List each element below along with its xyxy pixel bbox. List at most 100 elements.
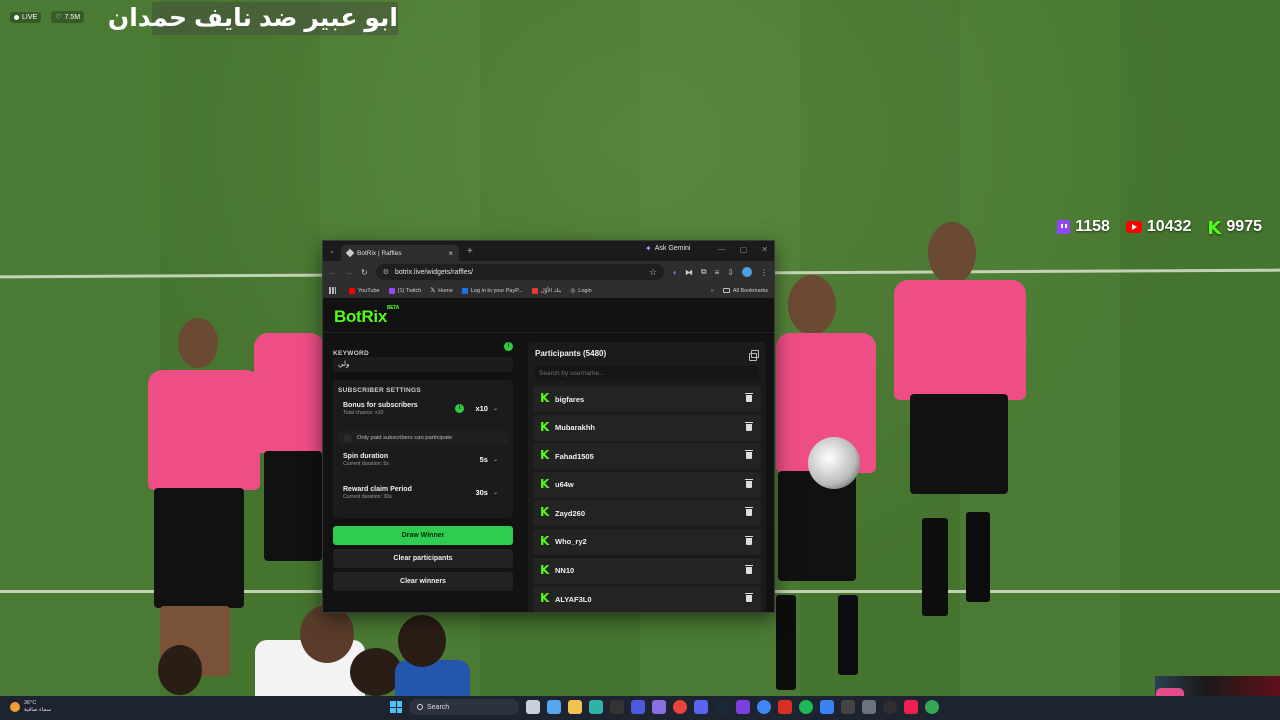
- keyword-input[interactable]: ولي: [333, 357, 513, 372]
- search-icon: [417, 704, 423, 710]
- trash-icon[interactable]: [745, 478, 753, 488]
- live-dot-icon: [14, 14, 19, 20]
- trash-icon[interactable]: [745, 564, 753, 574]
- media-controls-icon[interactable]: ≡: [715, 268, 720, 277]
- browser-menu-icon[interactable]: ⋮: [760, 268, 768, 277]
- list-item[interactable]: Zayd260: [533, 500, 761, 527]
- extension-icon[interactable]: ◖: [672, 268, 677, 277]
- bookmark-bank[interactable]: بنك الأوّل: [531, 287, 561, 294]
- trash-icon[interactable]: [745, 450, 753, 460]
- apps-grid-icon[interactable]: [329, 287, 336, 294]
- store-icon[interactable]: [631, 700, 645, 714]
- paypal-icon: [461, 287, 468, 294]
- reward-claim-select[interactable]: 30s ⌄: [475, 488, 498, 497]
- taskbar-apps: Search: [390, 699, 939, 715]
- media-app-icon[interactable]: [610, 700, 624, 714]
- trash-icon[interactable]: [745, 507, 753, 517]
- chrome-icon[interactable]: [925, 700, 939, 714]
- copy-icon[interactable]: [749, 350, 759, 361]
- file-explorer-icon[interactable]: [568, 700, 582, 714]
- discord-icon[interactable]: [694, 700, 708, 714]
- app-icon[interactable]: [736, 700, 750, 714]
- chevron-down-icon: ⌄: [492, 406, 498, 412]
- platform-counters: 1158 10432 9975: [1057, 218, 1262, 239]
- spotify-icon[interactable]: [799, 700, 813, 714]
- steam-icon[interactable]: [715, 700, 729, 714]
- reload-icon[interactable]: ↻: [361, 268, 368, 277]
- clear-winners-button[interactable]: Clear winners: [333, 572, 513, 591]
- photos-icon[interactable]: [652, 700, 666, 714]
- app-header: BotRix BETA: [323, 299, 774, 333]
- obs-icon[interactable]: [883, 700, 897, 714]
- logo-text: BotRix: [334, 307, 387, 326]
- close-tab-icon[interactable]: ×: [448, 249, 453, 258]
- tab-search-chevron-icon[interactable]: ⌄: [323, 247, 341, 255]
- checkbox[interactable]: [344, 434, 351, 442]
- draw-winner-button[interactable]: Draw Winner: [333, 526, 513, 545]
- ask-gemini-button[interactable]: ✦ Ask Gemini: [645, 244, 691, 253]
- bookmark-star-icon[interactable]: ☆: [649, 267, 657, 278]
- new-tab-button[interactable]: +: [467, 246, 473, 257]
- downloads-icon[interactable]: ⇩: [727, 268, 734, 277]
- site-info-icon[interactable]: ⚙: [383, 268, 389, 276]
- trash-icon[interactable]: [745, 421, 753, 431]
- weather-widget[interactable]: 36°C سماء صافية: [10, 700, 51, 714]
- url-text[interactable]: botrix.live/widgets/raffles/: [395, 269, 643, 276]
- list-item[interactable]: Mubarakhh: [533, 414, 761, 441]
- close-window-icon[interactable]: ✕: [761, 245, 768, 254]
- bookmark-twitch[interactable]: (1) Twitch: [388, 287, 421, 294]
- maximize-icon[interactable]: ▢: [740, 245, 748, 254]
- bookmark-login[interactable]: ◎ Login: [570, 288, 591, 294]
- spectator: [158, 645, 202, 695]
- forward-arrow-icon[interactable]: →: [345, 268, 353, 277]
- puzzle-extensions-icon[interactable]: ⧉: [701, 267, 707, 277]
- bookmarks-bar: YouTube (1) Twitch 𝕏 Home Log in to your…: [323, 283, 774, 299]
- heart-icon: ♡: [55, 14, 62, 21]
- app-icon[interactable]: [820, 700, 834, 714]
- task-view-icon[interactable]: [526, 700, 540, 714]
- url-omnibox[interactable]: ⚙ botrix.live/widgets/raffles/ ☆: [375, 264, 665, 280]
- list-item[interactable]: ALYAF3L0: [533, 586, 761, 612]
- list-item[interactable]: Who_ry2: [533, 528, 761, 555]
- subscriber-settings-label: SUBSCRIBER SETTINGS: [338, 387, 421, 394]
- minimize-icon[interactable]: —: [718, 245, 726, 254]
- spin-duration-select[interactable]: 5s ⌄: [480, 455, 498, 464]
- bookmark-x-home[interactable]: 𝕏 Home: [430, 287, 453, 295]
- only-paid-subscribers-toggle[interactable]: Only paid subscribers can participate: [338, 431, 508, 445]
- all-bookmarks-button[interactable]: All Bookmarks: [722, 288, 768, 294]
- edge-icon[interactable]: [589, 700, 603, 714]
- chrome-icon[interactable]: [673, 700, 687, 714]
- extension-icon[interactable]: ⧓: [685, 268, 693, 277]
- bonus-multiplier-select[interactable]: x10 ⌄: [475, 404, 498, 413]
- reward-claim-value: 30s: [475, 488, 488, 497]
- copilot-icon[interactable]: [547, 700, 561, 714]
- list-item[interactable]: Fahad1505: [533, 443, 761, 470]
- app-icon[interactable]: [862, 700, 876, 714]
- clear-participants-button[interactable]: Clear participants: [333, 549, 513, 568]
- chrome-icon[interactable]: [757, 700, 771, 714]
- botrix-logo[interactable]: BotRix BETA: [334, 305, 399, 327]
- bookmark-youtube[interactable]: YouTube: [349, 287, 380, 294]
- list-item[interactable]: NN10: [533, 557, 761, 584]
- kick-icon: [1207, 218, 1221, 239]
- app-icon[interactable]: [841, 700, 855, 714]
- back-arrow-icon[interactable]: ←: [329, 268, 337, 277]
- more-bookmarks-icon[interactable]: »: [711, 288, 714, 294]
- beta-badge: BETA: [386, 305, 399, 311]
- app-icon[interactable]: [778, 700, 792, 714]
- taskbar-search[interactable]: Search: [409, 699, 519, 715]
- tiktok-icon[interactable]: [904, 700, 918, 714]
- trash-icon[interactable]: [745, 393, 753, 402]
- trash-icon[interactable]: [745, 535, 753, 545]
- tab-botrix-raffles[interactable]: BotRix | Raffles ×: [341, 245, 459, 261]
- bookmark-paypal[interactable]: Log in to your PayP...: [461, 287, 523, 294]
- trash-icon[interactable]: [745, 593, 753, 603]
- info-icon[interactable]: i: [504, 342, 513, 351]
- list-item[interactable]: bigfares: [533, 386, 761, 412]
- viewer-count-value: 7.5M: [64, 13, 81, 21]
- windows-start-icon[interactable]: [390, 701, 402, 713]
- list-item[interactable]: u64w: [533, 471, 761, 498]
- participant-search-input[interactable]: Search by username...: [535, 366, 759, 381]
- info-icon[interactable]: i: [455, 404, 464, 413]
- profile-avatar[interactable]: [742, 267, 752, 277]
